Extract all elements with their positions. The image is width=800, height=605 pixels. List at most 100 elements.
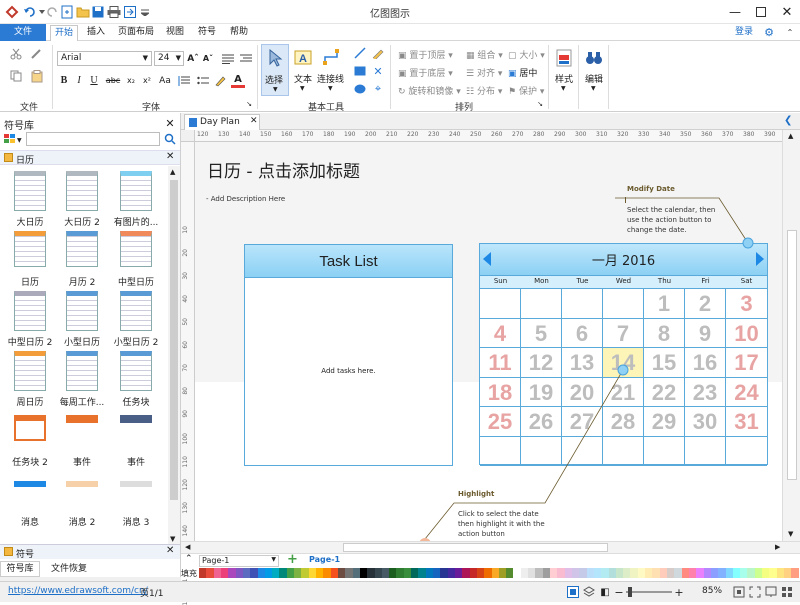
next-month-icon[interactable] (756, 252, 764, 266)
tab-home[interactable]: 开始 (50, 25, 78, 41)
library-scrollbar[interactable]: ▲ ▼ (168, 166, 180, 546)
panel-toggle-icon[interactable]: ❮ (784, 115, 792, 126)
tab-view[interactable]: 视图 (162, 25, 188, 41)
connector-tool-button[interactable]: 连接线 ▼ (317, 44, 345, 96)
color-swatch[interactable] (732, 568, 741, 578)
color-swatch[interactable] (593, 568, 602, 578)
color-swatch[interactable] (337, 568, 346, 578)
color-swatch[interactable] (403, 568, 412, 578)
connection-point-icon[interactable]: ✕ (370, 64, 386, 78)
category-header[interactable]: 日历 ✕ (0, 150, 180, 166)
color-swatch[interactable] (374, 568, 382, 578)
color-swatch[interactable] (469, 568, 477, 578)
color-swatch[interactable] (396, 568, 404, 578)
color-swatch[interactable] (623, 568, 631, 578)
scrollbar-thumb[interactable] (787, 230, 797, 480)
color-swatch[interactable] (725, 568, 733, 578)
color-swatch[interactable] (754, 568, 763, 578)
tab-page-layout[interactable]: 页面布局 (113, 25, 159, 41)
underline-icon[interactable]: U (88, 73, 100, 88)
redo-icon[interactable] (46, 5, 60, 19)
color-swatch[interactable] (535, 568, 543, 578)
tab-symbols[interactable]: 符号 (194, 25, 220, 41)
color-swatch[interactable] (630, 568, 638, 578)
pages-up-icon[interactable]: ⌃ (185, 554, 193, 564)
color-swatch[interactable] (528, 568, 536, 578)
color-swatch[interactable] (513, 568, 521, 578)
color-swatch[interactable] (257, 568, 265, 578)
color-swatch[interactable] (454, 568, 463, 578)
strikethrough-icon[interactable]: abc (106, 73, 120, 88)
color-swatch[interactable] (235, 568, 243, 578)
tab-symbol-library[interactable]: 符号库 (0, 561, 40, 577)
protect-button[interactable]: ⚑ 保护 ▾ (508, 84, 544, 97)
library-menu-icon[interactable] (3, 132, 17, 146)
rotate-mirror-button[interactable]: ↻ 旋转和镜像 ▾ (398, 84, 461, 97)
scroll-right-icon[interactable]: ▶ (775, 543, 780, 551)
color-swatch[interactable] (762, 568, 770, 578)
bring-to-front-button[interactable]: ▣ 置于顶层 ▾ (398, 48, 453, 61)
export-icon[interactable] (123, 4, 137, 20)
calendar-day[interactable]: 24 (726, 378, 767, 407)
calendar-day[interactable]: 5 (521, 318, 562, 348)
color-swatch[interactable] (645, 568, 653, 578)
calendar-day[interactable]: 8 (644, 318, 685, 348)
close-panel-icon[interactable]: ✕ (163, 116, 177, 130)
color-swatch[interactable] (564, 568, 572, 578)
cut-icon[interactable] (8, 47, 24, 61)
highlight-icon[interactable] (213, 73, 227, 88)
line-spacing-icon[interactable] (176, 73, 192, 88)
color-swatch[interactable] (242, 568, 251, 578)
color-swatch[interactable] (330, 568, 338, 578)
scrollbar-thumb[interactable] (170, 180, 178, 500)
font-size-select[interactable]: 24 ▼ (154, 51, 184, 66)
calendar-day[interactable]: 16 (685, 348, 726, 378)
canvas-vertical-scrollbar[interactable]: ▲ ▼ (782, 130, 800, 541)
tab-insert[interactable]: 插入 (82, 25, 110, 41)
calendar-day[interactable]: 30 (685, 407, 726, 437)
color-swatch[interactable] (637, 568, 646, 578)
calendar-day[interactable]: 23 (685, 377, 726, 407)
layers-icon[interactable] (582, 585, 596, 599)
undo-dropdown-icon[interactable] (38, 5, 46, 19)
calendar-day[interactable] (521, 289, 562, 319)
color-swatch[interactable] (323, 568, 331, 578)
color-swatch[interactable] (579, 568, 587, 578)
zoom-out-icon[interactable]: − (614, 585, 624, 599)
subscript-icon[interactable]: x₂ (124, 73, 138, 88)
file-menu[interactable]: 文件 (0, 24, 46, 41)
color-swatch[interactable] (308, 568, 316, 578)
calendar-day[interactable]: 6 (562, 318, 603, 348)
color-swatch[interactable] (462, 568, 470, 578)
fit-width-icon[interactable]: ◧ (598, 585, 612, 599)
canvas-horizontal-scrollbar[interactable]: ◀ ▶ (181, 541, 800, 553)
font-color-icon[interactable]: A (231, 73, 245, 88)
font-family-select[interactable]: Arial ▼ (57, 51, 152, 66)
page-description[interactable]: - Add Description Here (206, 195, 285, 203)
color-swatch[interactable] (586, 568, 594, 578)
center-button[interactable]: ▣ 居中 (508, 66, 537, 79)
color-swatch[interactable] (710, 568, 719, 578)
copy-icon[interactable] (8, 69, 24, 83)
zoom-in-icon[interactable]: + (674, 585, 684, 599)
library-search-input[interactable] (26, 132, 160, 146)
color-swatch[interactable] (615, 568, 624, 578)
pen-icon[interactable] (370, 46, 386, 60)
calendar-day[interactable] (644, 436, 685, 466)
crop-icon[interactable]: ⌖ (370, 82, 386, 96)
edit-button[interactable]: 编辑 ▼ (581, 44, 607, 96)
send-to-back-button[interactable]: ▣ 置于底层 ▾ (398, 66, 453, 79)
scroll-down-icon[interactable]: ▼ (788, 530, 793, 538)
scrollbar-thumb[interactable] (343, 543, 608, 552)
color-swatch[interactable] (542, 568, 550, 578)
calendar-day[interactable] (562, 289, 603, 319)
color-swatch[interactable] (381, 568, 390, 578)
color-swatch[interactable] (264, 568, 273, 578)
color-swatch[interactable] (674, 568, 682, 578)
color-swatch[interactable] (747, 568, 755, 578)
color-swatch[interactable] (791, 568, 799, 578)
undo-icon[interactable] (22, 5, 38, 19)
full-screen-icon[interactable] (748, 585, 762, 599)
drawing-page[interactable]: 日历 - 点击添加标题 - Add Description Here Task … (195, 142, 782, 549)
calendar-day[interactable]: 29 (644, 407, 685, 437)
